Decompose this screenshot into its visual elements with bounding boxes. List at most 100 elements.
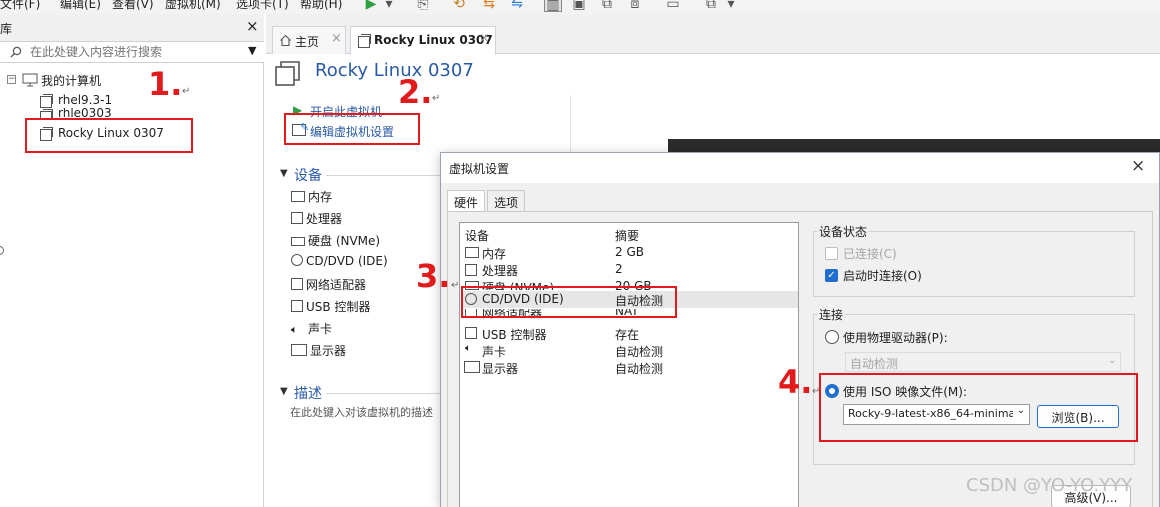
collapse-toggle-icon[interactable]: − [7, 75, 16, 84]
unity-icon[interactable]: ⧈ [626, 0, 644, 12]
device-status-group [813, 231, 1135, 297]
return-mark: ↵ [451, 280, 460, 291]
description-heading: 描述 [294, 386, 322, 402]
step-3-label: 3. [416, 257, 451, 295]
watermark: CSDN @YO-YO.YYY [966, 475, 1133, 496]
devices-heading: 设备 [294, 168, 322, 184]
menu-vm[interactable]: 虚拟机(M) [165, 0, 221, 12]
monitor-icon [291, 344, 307, 356]
library-title: 库 [0, 22, 13, 36]
usb-icon [291, 300, 303, 312]
menu-tabs[interactable]: 选项卡(T) [236, 0, 289, 12]
connect-at-power-on-label: 启动时连接(O) [843, 269, 922, 283]
home-icon [280, 34, 291, 47]
tab-close-icon[interactable]: × [479, 31, 490, 46]
menubar: 文件(F) 编辑(E) 查看(V) 虚拟机(M) 选项卡(T) 帮助(H) ▶ … [0, 0, 1160, 14]
library-panel: 库 × ▼ − 我的计算机 rhel9.3-1 rhle0303 Rocky L… [0, 14, 264, 507]
tab-rocky-linux[interactable]: Rocky Linux 0307 × [350, 26, 496, 55]
list-item[interactable]: 显示器 自动检测 [461, 359, 798, 376]
description-placeholder[interactable]: 在此处键入对该虚拟机的描述 [290, 404, 433, 420]
device-row-usb[interactable]: USB 控制器 [291, 298, 370, 315]
tab-rocky-label: Rocky Linux 0307 [374, 33, 493, 47]
snapshot-manager-icon[interactable]: ⇆ [480, 0, 498, 12]
list-item[interactable]: 🔈︎ 声卡 自动检测 [461, 342, 798, 359]
step-4-label: 4. [778, 363, 813, 401]
physical-drive-radio[interactable] [825, 330, 839, 344]
view-mode-icon[interactable]: ⧉ [702, 0, 720, 12]
list-header-device: 设备 [465, 229, 490, 243]
menu-file[interactable]: 文件(F) [0, 0, 40, 12]
list-item[interactable]: USB 控制器 存在 [461, 325, 798, 342]
tab-hardware[interactable]: 硬件 [447, 190, 486, 212]
connect-at-power-on-checkbox[interactable]: ✓ [825, 269, 838, 282]
list-header-summary: 摘要 [615, 229, 640, 243]
console-icon[interactable]: ▭ [664, 0, 682, 12]
monitor-icon [464, 361, 480, 373]
library-header: 库 × [0, 14, 264, 41]
device-row-cdrom[interactable]: CD/DVD (IDE) [291, 254, 388, 268]
library-close-icon[interactable]: × [246, 17, 259, 35]
dialog-close-icon[interactable]: × [1131, 156, 1145, 176]
menu-view[interactable]: 查看(V) [112, 0, 154, 12]
memory-icon [465, 247, 479, 258]
menu-help[interactable]: 帮助(H) [300, 0, 342, 12]
annotation-box-3 [461, 286, 677, 318]
device-row-display[interactable]: 显示器 [291, 342, 346, 359]
device-status-title: 设备状态 [817, 223, 870, 240]
hardware-list[interactable]: 设备 摘要 内存 2 GB 处理器 2 硬盘 (NVMe) 20 GB CD/D… [459, 222, 799, 507]
library-toggle-icon[interactable]: ▥ [544, 0, 562, 13]
connected-label: 已连接(C) [843, 247, 897, 261]
network-adapter-icon [291, 278, 303, 290]
menu-edit[interactable]: 编辑(E) [60, 0, 101, 12]
fullscreen-icon[interactable]: ⧉ [598, 0, 616, 12]
snapshot-icon[interactable]: ⎘ [414, 0, 432, 12]
tree-root-my-computer[interactable]: 我的计算机 [41, 72, 101, 89]
physical-drive-select[interactable]: 自动检测 ⌄ [845, 352, 1121, 372]
tab-bar: 主页 × Rocky Linux 0307 × [266, 14, 1160, 55]
speaker-icon: 🔈︎ [465, 343, 471, 354]
usb-icon [465, 327, 477, 339]
chevron-down-icon[interactable]: ▾ [380, 0, 398, 12]
list-item[interactable]: 内存 2 GB [461, 244, 798, 261]
list-item[interactable]: 处理器 2 [461, 261, 798, 278]
splitter-handle[interactable] [0, 246, 4, 255]
vm-large-icon [275, 61, 300, 86]
view-mode-dropdown-icon[interactable]: ▾ [722, 0, 740, 12]
connection-title: 连接 [817, 306, 846, 323]
device-row-memory[interactable]: 内存 [291, 188, 332, 205]
page-title: Rocky Linux 0307 [315, 60, 474, 81]
search-icon [10, 46, 22, 58]
memory-icon [291, 191, 305, 202]
device-row-sound[interactable]: 🔈︎ 声卡 [291, 320, 332, 337]
computer-icon [22, 73, 38, 87]
library-search-input[interactable] [30, 44, 240, 60]
tab-home-label: 主页 [295, 35, 320, 49]
search-dropdown-icon[interactable]: ▼ [248, 44, 256, 57]
tab-options[interactable]: 选项 [487, 190, 526, 212]
step-1-label: 1. [148, 65, 183, 103]
chevron-down-icon: ⌄ [1108, 355, 1117, 366]
library-search-bar: ▼ [0, 41, 264, 63]
revert-icon[interactable]: ⟲ [450, 0, 468, 12]
device-row-processor[interactable]: 处理器 [291, 210, 342, 227]
network-icon[interactable]: ⇋ [508, 0, 526, 12]
collapse-icon[interactable]: ▼ [280, 168, 288, 179]
tab-home[interactable]: 主页 × [272, 26, 346, 54]
connected-checkbox[interactable] [825, 247, 838, 260]
annotation-box-4 [819, 373, 1138, 442]
device-row-disk[interactable]: 硬盘 (NVMe) [291, 232, 380, 249]
processor-icon [465, 264, 477, 276]
vm-settings-dialog: 虚拟机设置 × 硬件 选项 设备 摘要 内存 2 GB 处理器 2 硬盘 (NV… [440, 152, 1160, 507]
disk-icon [291, 237, 305, 246]
dialog-body: 硬件 选项 设备 摘要 内存 2 GB 处理器 2 硬盘 (NVMe) 20 G… [441, 183, 1159, 507]
thumbnail-icon[interactable]: ▣ [570, 0, 588, 12]
processor-icon [291, 212, 303, 224]
tab-close-icon[interactable]: × [331, 31, 342, 46]
play-icon[interactable]: ▶ [362, 0, 380, 12]
collapse-icon[interactable]: ▼ [280, 386, 288, 397]
vm-icon [358, 34, 371, 48]
dialog-title: 虚拟机设置 [449, 162, 510, 176]
device-row-network[interactable]: 网络适配器 [291, 276, 366, 293]
dialog-titlebar: 虚拟机设置 × [441, 153, 1159, 183]
annotation-box-2 [284, 113, 420, 145]
